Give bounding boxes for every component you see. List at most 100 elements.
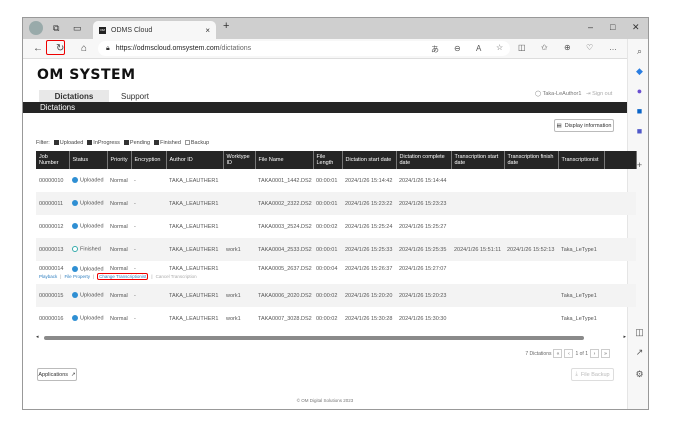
table-cell: work1 (223, 238, 255, 261)
file-backup-label: File Backup (580, 371, 610, 378)
table-cell: TAKA0007_3028.DS2 (255, 307, 313, 330)
column-header[interactable]: Job Number (36, 151, 70, 169)
prev-page-button[interactable]: ‹ (564, 349, 574, 358)
cell-text: TAKA_LEAUTHER1 (169, 223, 219, 230)
games-icon[interactable]: ● (634, 86, 645, 96)
settings-gear-icon[interactable]: ⚙ (634, 369, 645, 380)
column-header[interactable]: File Name (255, 151, 314, 169)
scrollbar-thumb[interactable] (44, 336, 584, 340)
table-cell: TAKA0003_2524.DS2 (255, 215, 313, 238)
display-information-button[interactable]: ▤ Display information (554, 119, 614, 132)
minimize-icon[interactable]: – (588, 22, 593, 32)
favorites-icon[interactable]: ✩ (541, 43, 548, 52)
url-input[interactable]: 🔒︎ https://odmscloud.omsystem.com/dictat… (98, 41, 510, 56)
close-window-icon[interactable]: ✕ (632, 22, 640, 33)
text-size-icon[interactable]: A (476, 44, 481, 53)
scroll-left-icon[interactable]: ◂ (36, 334, 39, 340)
open-external-icon[interactable]: ↗ (634, 347, 645, 358)
table-cell: 2024/1/26 15:25:35 (396, 238, 451, 261)
search-icon[interactable]: ⌕ (634, 46, 645, 57)
browser-tab[interactable]: OM ODMS Cloud × (93, 21, 216, 39)
zoom-icon[interactable]: ⊖ (454, 44, 461, 53)
maximize-icon[interactable]: □ (610, 22, 615, 32)
workspaces-icon[interactable]: ⧉ (53, 23, 59, 34)
table-row[interactable]: 00000012 Uploaded Normal - TAKA_LEAUTHER1 TAK… (36, 215, 636, 238)
column-header[interactable]: Priority (107, 151, 132, 169)
profile-avatar[interactable] (29, 21, 43, 35)
last-page-button[interactable]: » (601, 349, 610, 358)
table-cell: 00000013 (36, 238, 69, 261)
column-header[interactable] (604, 151, 637, 169)
column-header[interactable]: Transcription start date (451, 151, 505, 169)
table-row[interactable]: 00000015 Uploaded Normal - TAKA_LEAUTHER1 wor… (36, 284, 636, 307)
first-page-button[interactable]: « (553, 349, 563, 358)
split-screen-icon[interactable]: ◫ (518, 43, 526, 52)
uploaded-status-icon (72, 266, 78, 272)
browser-essentials-icon[interactable]: ♡ (586, 43, 593, 52)
filter-backup[interactable]: Backup (184, 140, 209, 146)
filter-label: Filter: (36, 140, 50, 146)
table-cell (223, 261, 255, 284)
nav-tab-support[interactable]: Support (109, 90, 161, 102)
filter-inprogress[interactable]: InProgress (87, 140, 120, 146)
column-header[interactable]: Status (69, 151, 108, 169)
cell-text: TAKA_LEAUTHER1 (169, 315, 219, 322)
column-header[interactable]: Author ID (166, 151, 224, 169)
column-header[interactable]: Worktype ID (223, 151, 256, 169)
close-tab-icon[interactable]: × (205, 26, 210, 35)
column-header[interactable]: Transcriptionist (558, 151, 605, 169)
user-account[interactable]: ◯ Taka-LeAuthor1 (535, 91, 581, 97)
nav-tab-dictations[interactable]: Dictations (39, 90, 109, 102)
column-header[interactable]: File Length (313, 151, 343, 169)
change-transcriptionist-link[interactable]: Change Transcriptionist (97, 273, 149, 280)
more-icon[interactable]: … (609, 43, 617, 52)
table-cell: 2024/1/26 15:51:11 (451, 238, 504, 261)
cell-text: TAKA0005_2637.DS2 (258, 266, 312, 272)
horizontal-scrollbar[interactable]: ◂ ▸ (36, 334, 626, 341)
filter-finished[interactable]: Finished (154, 140, 181, 146)
uploaded-status-icon (72, 223, 78, 230)
home-icon[interactable]: ⌂ (81, 43, 87, 54)
column-header[interactable]: Encryption (131, 151, 167, 169)
cell-text: Finished (80, 246, 101, 253)
table-row[interactable]: 00000011 Uploaded Normal - TAKA_LEAUTHER1 TAK… (36, 192, 636, 215)
column-header[interactable]: Dictation start date (342, 151, 397, 169)
filter-pending[interactable]: Pending (123, 140, 150, 146)
new-tab-icon[interactable]: + (223, 20, 229, 32)
cell-text: 2024/1/26 15:23:22 (345, 200, 393, 207)
file-backup-button[interactable]: ⤓ File Backup (571, 368, 614, 381)
column-header[interactable]: Dictation complete date (396, 151, 452, 169)
table-cell: 2024/1/26 15:20:23 (396, 284, 451, 307)
cell-text: 00000013 (39, 246, 64, 253)
page-indicator: 1 of 1 (575, 350, 588, 357)
table-row[interactable]: 00000014 Playback | File Property | Change Tr… (36, 261, 636, 284)
next-page-button[interactable]: › (590, 349, 599, 358)
scroll-right-icon[interactable]: ▸ (623, 334, 626, 340)
sign-out-link[interactable]: ⇥ Sign out (586, 91, 612, 97)
cell-text: 00:00:01 (316, 200, 338, 207)
file-property-link[interactable]: File Property (64, 274, 90, 279)
table-row[interactable]: 00000010 Uploaded Normal - TAKA_LEAUTHER1 TAK… (36, 169, 636, 192)
filter-uploaded[interactable]: Uploaded (53, 140, 83, 146)
applications-button[interactable]: Applications ↗ (37, 368, 77, 381)
table-cell: - (131, 238, 166, 261)
table-cell (504, 169, 558, 192)
cell-text: 2024/1/26 15:25:33 (345, 246, 393, 253)
table-row[interactable]: 00000016 Uploaded Normal - TAKA_LEAUTHER1 wor… (36, 307, 636, 330)
cancel-transcription-link[interactable]: Cancel Transcription (156, 274, 197, 279)
table-cell: - (131, 192, 166, 215)
playback-link[interactable]: Playback (39, 274, 57, 279)
table-cell (451, 307, 504, 330)
cell-text: Uploaded (80, 266, 104, 273)
section-title: Dictations (23, 102, 627, 113)
column-header[interactable]: Transcription finish date (504, 151, 559, 169)
collections-icon[interactable]: ⊕ (564, 43, 571, 52)
table-row[interactable]: 00000013 Finished Normal - TAKA_LEAUTHER1 wor… (36, 238, 636, 261)
tab-actions-icon[interactable]: ▭ (73, 23, 82, 34)
read-aloud-icon[interactable]: あ (431, 44, 439, 55)
back-icon[interactable]: ← (33, 43, 43, 54)
teams-icon[interactable]: ■ (634, 126, 645, 136)
shopping-tag-icon[interactable]: ◆ (634, 66, 645, 77)
favorite-star-icon[interactable]: ☆ (496, 43, 503, 52)
outlook-icon[interactable]: ■ (634, 106, 645, 116)
